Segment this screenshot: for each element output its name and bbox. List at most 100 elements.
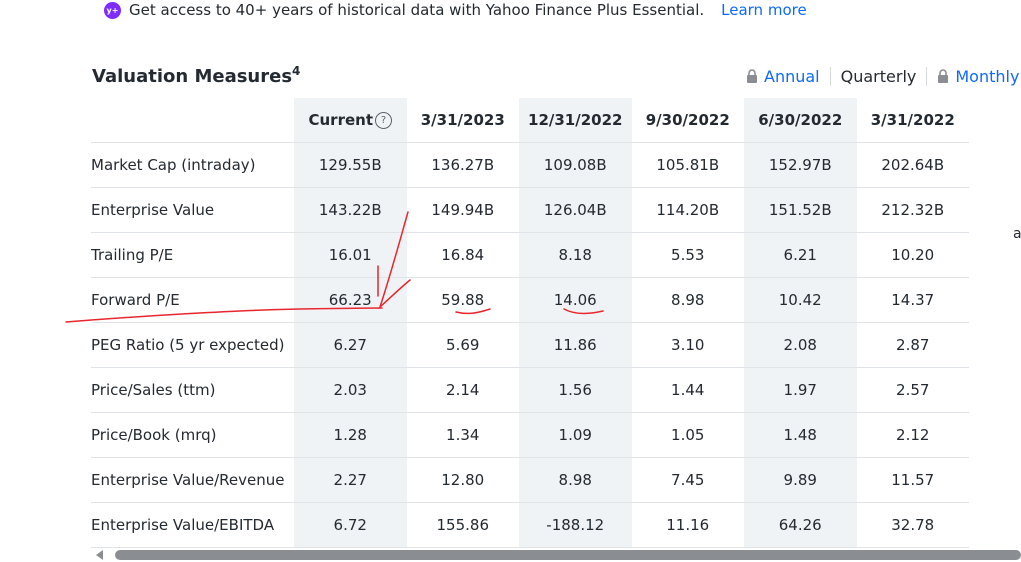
cell-value: 10.42 bbox=[744, 277, 857, 323]
cell-value: 212.32B bbox=[856, 187, 969, 233]
header-empty bbox=[91, 98, 294, 143]
learn-more-link[interactable]: Learn more bbox=[721, 1, 807, 19]
cell-value: 1.97 bbox=[744, 367, 857, 413]
section-title-text: Valuation Measures bbox=[92, 66, 293, 87]
cell-value: 126.04B bbox=[519, 187, 632, 233]
cell-value: 16.84 bbox=[406, 232, 519, 278]
valuation-table: Current? 3/31/2023 12/31/2022 9/30/2022 … bbox=[91, 98, 969, 548]
cell-value: 5.53 bbox=[631, 232, 744, 278]
row-label: Enterprise Value bbox=[91, 187, 294, 233]
cell-value: 149.94B bbox=[406, 187, 519, 233]
period-toggle-group: Annual Quarterly Monthly bbox=[736, 64, 1021, 88]
cell-value: 59.88 bbox=[406, 277, 519, 323]
cell-value: 11.86 bbox=[519, 322, 632, 368]
table-row: Price/Sales (ttm) 2.03 2.14 1.56 1.44 1.… bbox=[91, 367, 969, 413]
cell-value: 12.80 bbox=[406, 457, 519, 503]
cell-value: 105.81B bbox=[631, 142, 744, 188]
cell-value: 114.20B bbox=[631, 187, 744, 233]
cell-value: 136.27B bbox=[406, 142, 519, 188]
promo-text: Get access to 40+ years of historical da… bbox=[129, 1, 705, 19]
table-row: Enterprise Value/EBITDA 6.72 155.86 -188… bbox=[91, 502, 969, 548]
header-col-1: 3/31/2023 bbox=[406, 98, 519, 143]
cell-value: 2.87 bbox=[856, 322, 969, 368]
cell-value: 8.98 bbox=[519, 457, 632, 503]
cell-value: 14.37 bbox=[856, 277, 969, 323]
cell-value: 5.69 bbox=[406, 322, 519, 368]
cell-value: 1.44 bbox=[631, 367, 744, 413]
row-label: Enterprise Value/Revenue bbox=[91, 457, 294, 503]
cell-value: 10.20 bbox=[856, 232, 969, 278]
horizontal-scrollbar[interactable] bbox=[92, 548, 1021, 562]
cell-value: 2.03 bbox=[294, 367, 407, 413]
toggle-quarterly-label: Quarterly bbox=[840, 66, 917, 86]
cell-value: 6.27 bbox=[294, 322, 407, 368]
cell-value: 16.01 bbox=[294, 232, 407, 278]
cell-value: -188.12 bbox=[519, 502, 632, 548]
cell-value: 129.55B bbox=[294, 142, 407, 188]
header-col-2: 12/31/2022 bbox=[519, 98, 632, 143]
cell-value: 2.12 bbox=[856, 412, 969, 458]
row-label: Market Cap (intraday) bbox=[91, 142, 294, 188]
toggle-annual[interactable]: Annual bbox=[736, 67, 830, 86]
cell-value: 152.97B bbox=[744, 142, 857, 188]
scroll-left-arrow-icon[interactable] bbox=[96, 550, 103, 560]
cell-value: 1.09 bbox=[519, 412, 632, 458]
cell-value: 1.48 bbox=[744, 412, 857, 458]
cell-value: 143.22B bbox=[294, 187, 407, 233]
cell-value: 14.06 bbox=[519, 277, 632, 323]
cell-value: 8.98 bbox=[631, 277, 744, 323]
row-label: Trailing P/E bbox=[91, 232, 294, 278]
cell-value: 109.08B bbox=[519, 142, 632, 188]
cell-value: 11.16 bbox=[631, 502, 744, 548]
cell-value: 1.05 bbox=[631, 412, 744, 458]
cropped-edge-text: a bbox=[1013, 226, 1021, 242]
table-row: Trailing P/E 16.01 16.84 8.18 5.53 6.21 … bbox=[91, 232, 969, 278]
row-label: Enterprise Value/EBITDA bbox=[91, 502, 294, 548]
cell-value: 6.21 bbox=[744, 232, 857, 278]
section-title: Valuation Measures4 bbox=[92, 64, 300, 87]
help-icon[interactable]: ? bbox=[375, 111, 392, 129]
toggle-monthly-label: Monthly bbox=[955, 66, 1020, 86]
cell-value: 2.57 bbox=[856, 367, 969, 413]
toggle-monthly[interactable]: Monthly bbox=[927, 67, 1021, 86]
cell-value: 151.52B bbox=[744, 187, 857, 233]
cell-value: 2.27 bbox=[294, 457, 407, 503]
cell-value: 7.45 bbox=[631, 457, 744, 503]
cell-value: 66.23 bbox=[294, 277, 407, 323]
header-current-label: Current bbox=[308, 111, 373, 129]
row-label: Price/Sales (ttm) bbox=[91, 367, 294, 413]
header-current: Current? bbox=[294, 98, 407, 143]
cell-value: 2.14 bbox=[406, 367, 519, 413]
table-row: Enterprise Value 143.22B 149.94B 126.04B… bbox=[91, 187, 969, 233]
table-row: Enterprise Value/Revenue 2.27 12.80 8.98… bbox=[91, 457, 969, 503]
cell-value: 32.78 bbox=[856, 502, 969, 548]
cell-value: 3.10 bbox=[631, 322, 744, 368]
table-row: Price/Book (mrq) 1.28 1.34 1.09 1.05 1.4… bbox=[91, 412, 969, 458]
cell-value: 1.34 bbox=[406, 412, 519, 458]
cell-value: 202.64B bbox=[856, 142, 969, 188]
cell-value: 2.08 bbox=[744, 322, 857, 368]
table-row: Forward P/E 66.23 59.88 14.06 8.98 10.42… bbox=[91, 277, 969, 323]
table-row: Market Cap (intraday) 129.55B 136.27B 10… bbox=[91, 142, 969, 188]
header-col-4: 6/30/2022 bbox=[744, 98, 857, 143]
lock-icon bbox=[747, 69, 757, 83]
cell-value: 6.72 bbox=[294, 502, 407, 548]
table-header-row: Current? 3/31/2023 12/31/2022 9/30/2022 … bbox=[91, 98, 969, 143]
row-label: PEG Ratio (5 yr expected) bbox=[91, 322, 294, 368]
lock-icon bbox=[938, 69, 949, 83]
promo-banner: y+ Get access to 40+ years of historical… bbox=[104, 0, 807, 20]
cell-value: 9.89 bbox=[744, 457, 857, 503]
footnote-marker: 4 bbox=[292, 64, 301, 78]
cell-value: 11.57 bbox=[856, 457, 969, 503]
yahoo-plus-badge-icon: y+ bbox=[104, 1, 121, 19]
cell-value: 8.18 bbox=[519, 232, 632, 278]
cell-value: 1.28 bbox=[294, 412, 407, 458]
header-col-3: 9/30/2022 bbox=[631, 98, 744, 143]
toggle-annual-label: Annual bbox=[764, 66, 820, 86]
cell-value: 1.56 bbox=[519, 367, 632, 413]
row-label: Price/Book (mrq) bbox=[91, 412, 294, 458]
toggle-quarterly[interactable]: Quarterly bbox=[829, 66, 928, 86]
row-label: Forward P/E bbox=[91, 277, 294, 323]
table-row: PEG Ratio (5 yr expected) 6.27 5.69 11.8… bbox=[91, 322, 969, 368]
scrollbar-thumb[interactable] bbox=[115, 550, 1021, 560]
